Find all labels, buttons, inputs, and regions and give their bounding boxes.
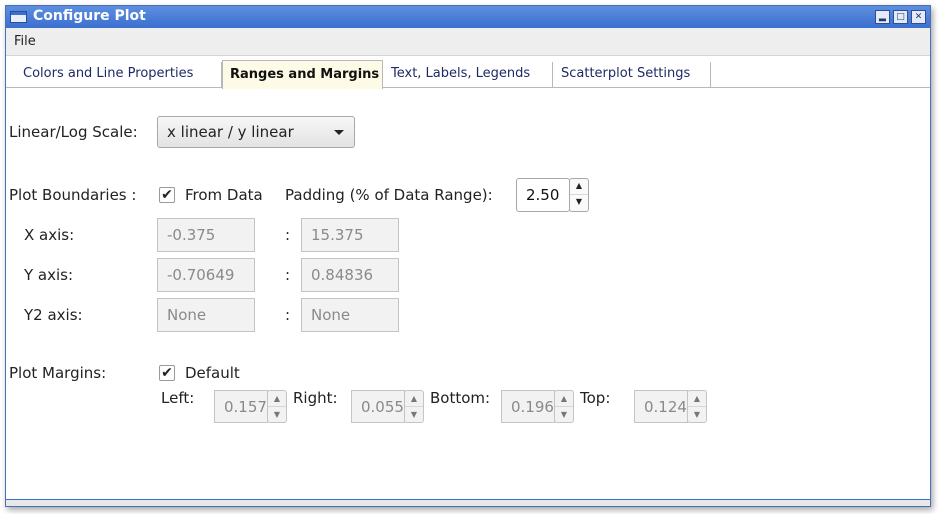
left-margin-spinner[interactable]: ▲ ▼	[267, 390, 287, 423]
tab-scatterplot-settings[interactable]: Scatterplot Settings	[553, 62, 711, 88]
right-margin-value: 0.055	[361, 398, 404, 416]
bottom-margin-spinner[interactable]: ▲ ▼	[554, 390, 574, 423]
y-axis-min-value: -0.70649	[167, 266, 235, 284]
y2-axis-min-field[interactable]: None	[157, 298, 255, 332]
spin-down-icon[interactable]: ▼	[405, 407, 423, 423]
title-bar[interactable]: Configure Plot ▂ □ ✕	[6, 6, 930, 28]
tab-label: Scatterplot Settings	[561, 66, 691, 81]
y-axis-label: Y axis:	[24, 266, 74, 284]
top-margin-label: Top:	[580, 389, 611, 407]
minimize-icon[interactable]: ▂	[875, 10, 890, 24]
scale-label: Linear/Log Scale:	[9, 123, 138, 141]
padding-value: 2.50	[526, 186, 560, 204]
bottom-margin-field[interactable]: 0.196	[501, 390, 555, 423]
padding-input[interactable]: 2.50	[516, 178, 570, 212]
left-margin-field[interactable]: 0.157	[214, 390, 268, 423]
y2-axis-min-value: None	[167, 306, 207, 324]
scale-select[interactable]: x linear / y linear	[157, 116, 355, 148]
right-margin-label: Right:	[293, 389, 338, 407]
plot-boundaries-label: Plot Boundaries :	[9, 186, 137, 204]
x-axis-max-value: 15.375	[311, 226, 364, 244]
spin-up-icon[interactable]: ▲	[268, 391, 286, 407]
tab-label: Text, Labels, Legends	[391, 66, 531, 81]
right-margin-spinner[interactable]: ▲ ▼	[404, 390, 424, 423]
right-margin-field[interactable]: 0.055	[351, 390, 405, 423]
x-axis-label: X axis:	[24, 226, 75, 244]
x-axis-min-field[interactable]: -0.375	[157, 218, 255, 252]
y-axis-max-field[interactable]: 0.84836	[301, 258, 399, 292]
top-margin-field[interactable]: 0.124	[634, 390, 688, 423]
range-colon: :	[285, 226, 291, 244]
padding-label: Padding (% of Data Range):	[285, 186, 493, 204]
top-margin-spinner[interactable]: ▲ ▼	[687, 390, 707, 423]
y2-axis-max-value: None	[311, 306, 351, 324]
menu-bar: File	[6, 28, 930, 56]
window-title: Configure Plot	[33, 8, 146, 24]
x-axis-max-field[interactable]: 15.375	[301, 218, 399, 252]
spin-up-icon[interactable]: ▲	[570, 179, 588, 195]
spin-up-icon[interactable]: ▲	[405, 391, 423, 407]
bottom-margin-value: 0.196	[511, 398, 554, 416]
bottom-margin-label: Bottom:	[430, 389, 491, 407]
spin-down-icon[interactable]: ▼	[570, 195, 588, 211]
from-data-label: From Data	[185, 186, 263, 204]
tab-ranges-and-margins[interactable]: Ranges and Margins	[222, 60, 383, 89]
spin-up-icon[interactable]: ▲	[555, 391, 573, 407]
left-margin-label: Left:	[161, 389, 195, 407]
y2-axis-max-field[interactable]: None	[301, 298, 399, 332]
tab-label: Ranges and Margins	[230, 67, 380, 82]
tab-label: Colors and Line Properties	[23, 66, 194, 81]
bottom-scrollbar[interactable]	[6, 499, 930, 506]
scale-selected-value: x linear / y linear	[167, 123, 294, 141]
padding-spinner[interactable]: ▲ ▼	[569, 178, 589, 212]
y2-axis-label: Y2 axis:	[24, 306, 83, 324]
spin-down-icon[interactable]: ▼	[555, 407, 573, 423]
spin-up-icon[interactable]: ▲	[688, 391, 706, 407]
top-margin-value: 0.124	[644, 398, 687, 416]
x-axis-min-value: -0.375	[167, 226, 216, 244]
left-margin-value: 0.157	[224, 398, 267, 416]
tab-bar: Colors and Line Properties Ranges and Ma…	[6, 60, 930, 89]
maximize-icon[interactable]: □	[893, 10, 908, 24]
window-icon	[10, 11, 27, 23]
close-icon[interactable]: ✕	[911, 10, 926, 24]
menu-file[interactable]: File	[14, 34, 36, 49]
default-margins-label: Default	[185, 364, 240, 382]
range-colon: :	[285, 306, 291, 324]
configure-plot-window: Configure Plot ▂ □ ✕ File Colors and Lin…	[5, 5, 931, 507]
y-axis-max-value: 0.84836	[311, 266, 374, 284]
y-axis-min-field[interactable]: -0.70649	[157, 258, 255, 292]
range-colon: :	[285, 266, 291, 284]
spin-down-icon[interactable]: ▼	[268, 407, 286, 423]
plot-margins-label: Plot Margins:	[9, 364, 107, 382]
spin-down-icon[interactable]: ▼	[688, 407, 706, 423]
tab-colors-and-line-properties[interactable]: Colors and Line Properties	[15, 62, 222, 88]
chevron-down-icon	[334, 130, 344, 135]
default-margins-checkbox[interactable]: ✔	[159, 365, 175, 381]
tab-text-labels-legends[interactable]: Text, Labels, Legends	[383, 62, 553, 88]
from-data-checkbox[interactable]: ✔	[159, 187, 175, 203]
